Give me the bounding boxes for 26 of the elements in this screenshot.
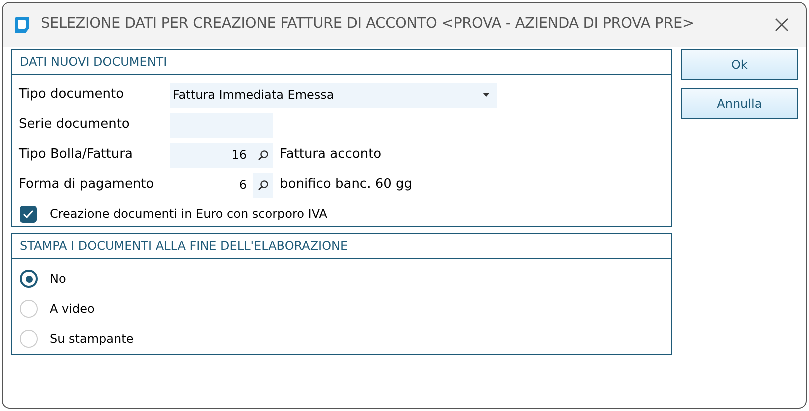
section-title: STAMPA I DOCUMENTI ALLA FINE DELL'ELABORAZIONE [20,238,348,255]
search-icon [258,180,268,190]
document-type-dropdown[interactable]: Fattura Immediata Emessa [170,82,497,108]
field-description: bonifico banc. 60 gg [280,176,413,194]
field-label: Tipo Bolla/Fattura [19,146,134,164]
checkbox-label: Creazione documenti in Euro con scorporo IVA [50,206,328,223]
cancel-button[interactable]: Annulla [681,88,798,119]
close-icon [775,18,789,32]
app-icon [13,16,31,34]
radio-label: Su stampante [50,331,134,348]
section-title: DATI NUOVI DOCUMENTI [20,54,168,71]
radio-label: No [50,271,66,288]
field-label: Forma di pagamento [19,176,156,194]
code-field[interactable]: 16 [170,142,273,168]
radio-button[interactable] [20,270,38,288]
search-icon [258,150,268,160]
ok-button[interactable]: Ok [681,49,798,80]
field-description: Fattura acconto [280,146,382,164]
field-label: Tipo documento [19,86,126,104]
caret-icon [483,93,490,97]
radio-label: A video [50,301,95,318]
lookup-button[interactable] [253,172,273,198]
field-label: Serie documento [19,116,131,134]
check-icon [23,210,34,218]
checkbox[interactable] [20,206,37,222]
window-title: SELEZIONE DATI PER CREAZIONE FATTURE DI ACCONTO <PROVA - AZIENDA DI PROVA PRE> [41,15,694,34]
